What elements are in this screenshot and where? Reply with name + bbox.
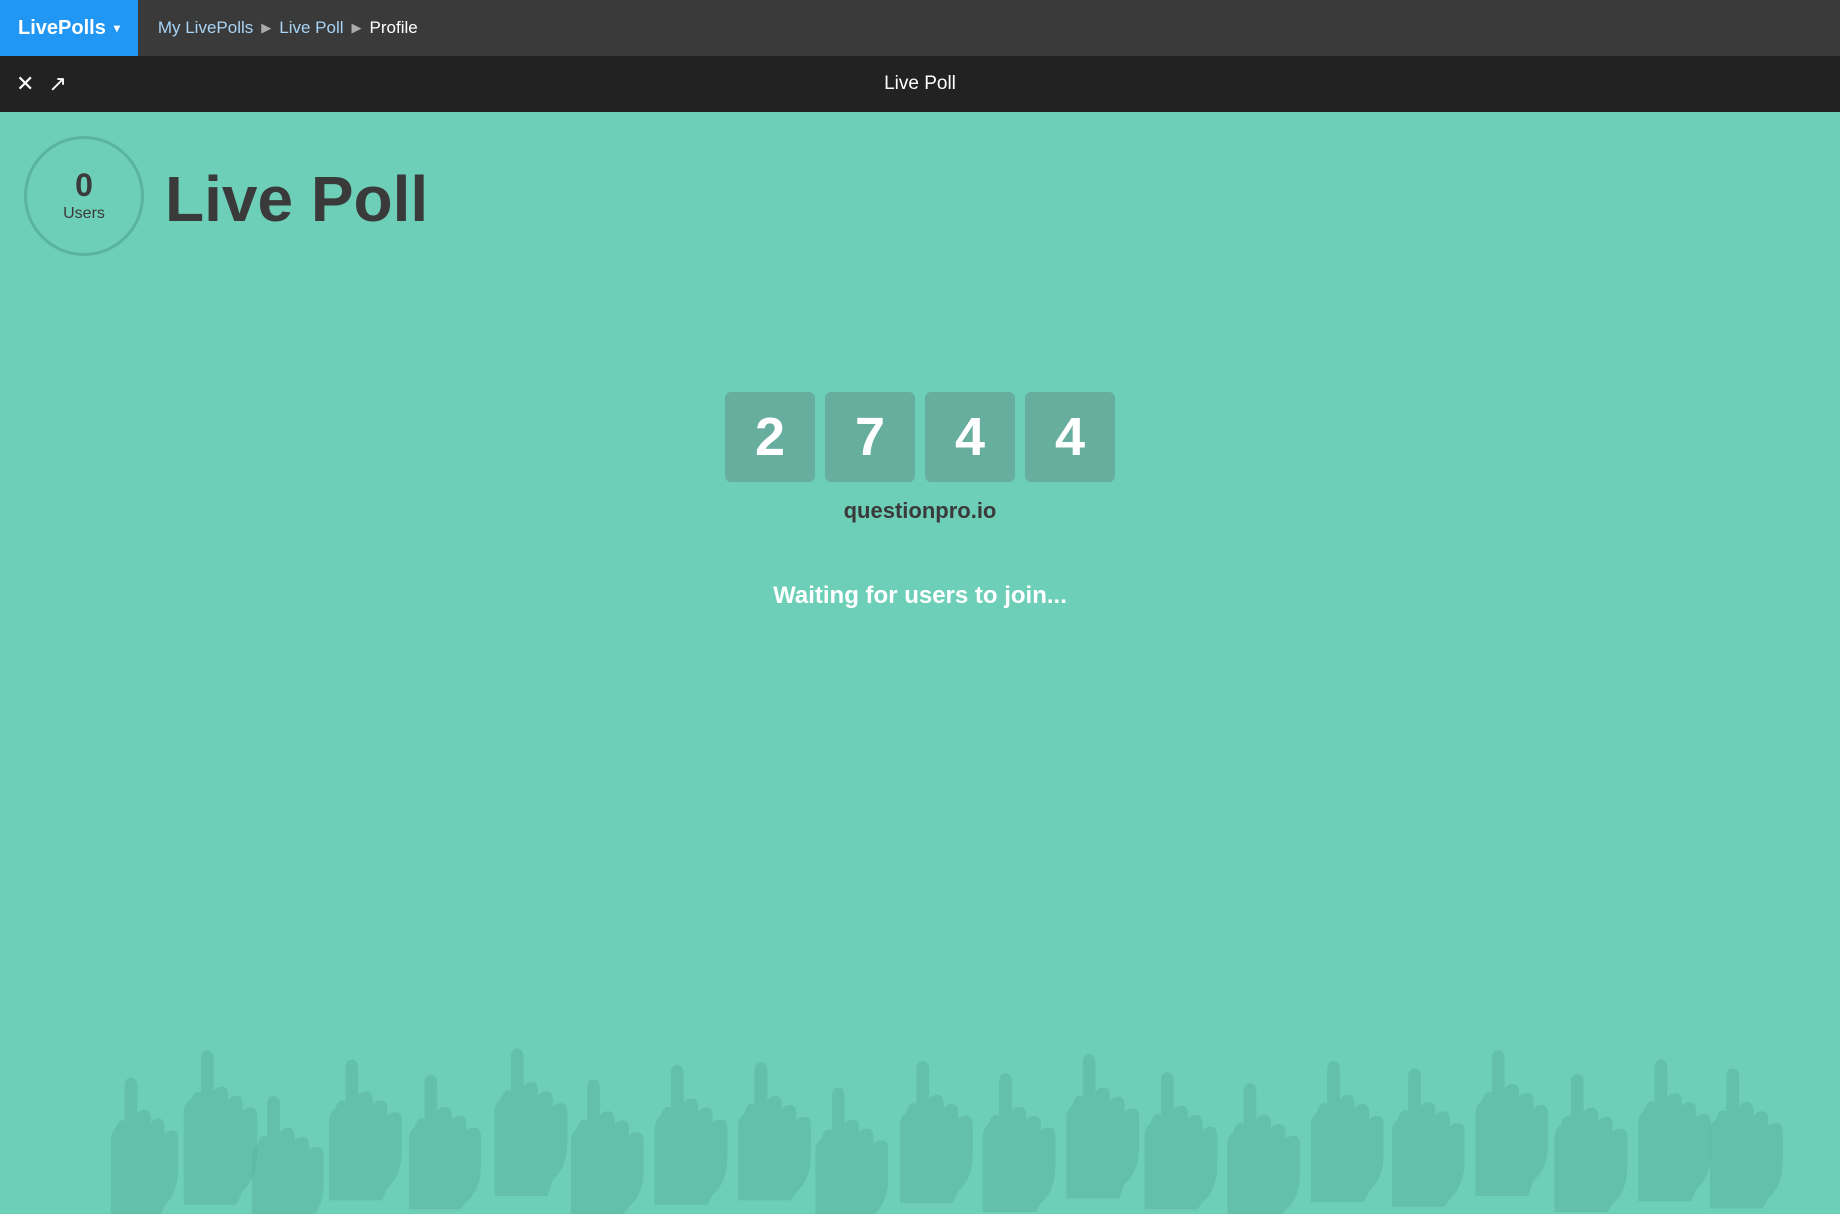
toolbar: ✕ ↗ Live Poll bbox=[0, 56, 1840, 112]
toolbar-title: Live Poll bbox=[884, 73, 956, 95]
users-circle: 0 Users bbox=[24, 136, 144, 256]
hands-container bbox=[0, 1014, 1840, 1214]
code-section: 2 7 4 4 questionpro.io bbox=[725, 392, 1115, 524]
breadcrumb-my-livepolls[interactable]: My LivePolls bbox=[158, 18, 253, 38]
code-digits: 2 7 4 4 bbox=[725, 392, 1115, 482]
expand-button[interactable]: ↗ bbox=[48, 71, 66, 97]
users-label: Users bbox=[63, 205, 105, 223]
expand-icon: ↗ bbox=[48, 71, 66, 97]
code-digit-3: 4 bbox=[925, 392, 1015, 482]
code-digit-4: 4 bbox=[1025, 392, 1115, 482]
poll-title: Live Poll bbox=[165, 162, 428, 236]
close-button[interactable]: ✕ bbox=[16, 71, 34, 97]
breadcrumb-sep-1: ▶ bbox=[261, 20, 271, 36]
waiting-text: Waiting for users to join... bbox=[773, 582, 1067, 610]
code-digit-2: 7 bbox=[825, 392, 915, 482]
code-digit-1: 2 bbox=[725, 392, 815, 482]
caret-icon: ▾ bbox=[114, 21, 120, 35]
breadcrumb-sep-2: ▶ bbox=[352, 20, 362, 36]
top-nav: LivePolls ▾ My LivePolls ▶ Live Poll ▶ P… bbox=[0, 0, 1840, 56]
breadcrumb-live-poll[interactable]: Live Poll bbox=[279, 18, 343, 38]
users-count: 0 bbox=[75, 169, 93, 201]
breadcrumb: My LivePolls ▶ Live Poll ▶ Profile bbox=[138, 18, 418, 38]
breadcrumb-current: Profile bbox=[370, 18, 418, 38]
brand-label: LivePolls bbox=[18, 17, 106, 40]
code-url: questionpro.io bbox=[844, 498, 997, 524]
main-content: 0 Users Live Poll 2 7 4 4 questionpro.io… bbox=[0, 112, 1840, 1214]
brand-button[interactable]: LivePolls ▾ bbox=[0, 0, 138, 56]
hands-svg bbox=[0, 1014, 1840, 1214]
close-icon: ✕ bbox=[16, 71, 34, 97]
